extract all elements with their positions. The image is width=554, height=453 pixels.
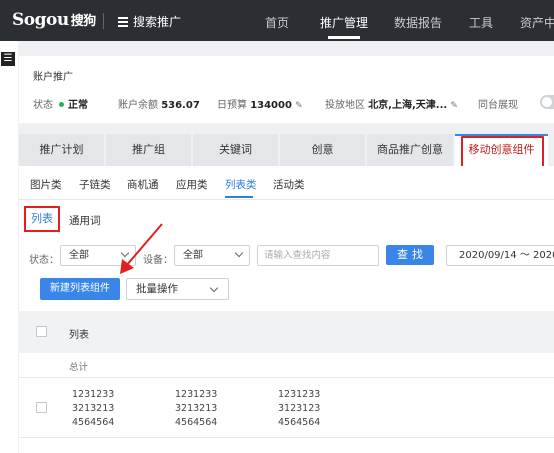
- annotation-arrow-icon: [120, 223, 163, 274]
